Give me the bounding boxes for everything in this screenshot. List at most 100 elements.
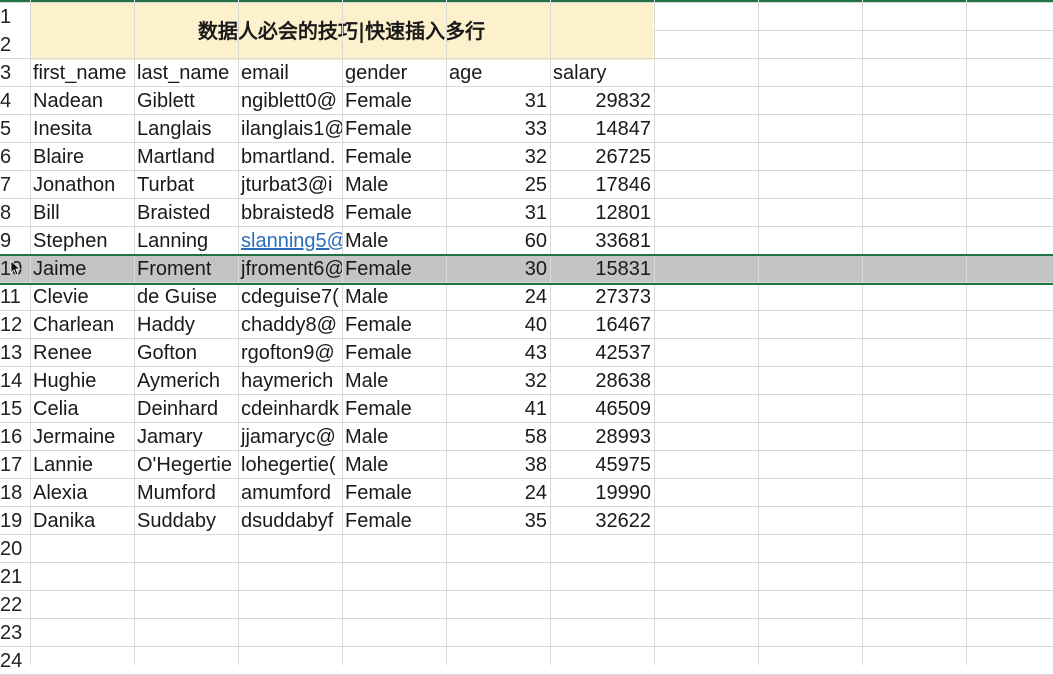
row-header-8[interactable]: 8 <box>0 199 30 227</box>
cell-last_name-row-15[interactable]: Deinhard <box>134 395 238 423</box>
cell-email-row-16[interactable]: jjamaryc@ <box>238 423 342 451</box>
cell-email-row-5[interactable]: ilanglais1@ <box>238 115 342 143</box>
cell-gender-row-17[interactable]: Male <box>342 451 446 479</box>
row-header-9[interactable]: 9 <box>0 227 30 255</box>
row-header-15[interactable]: 15 <box>0 395 30 423</box>
column-header-first_name[interactable]: first_name <box>30 59 134 87</box>
cell-age-row-18[interactable]: 24 <box>446 479 550 507</box>
cell-salary-row-16[interactable]: 28993 <box>550 423 654 451</box>
row-header-16[interactable]: 16 <box>0 423 30 451</box>
cell-email-row-19[interactable]: dsuddabyf <box>238 507 342 535</box>
cell-email-row-7[interactable]: jturbat3@i <box>238 171 342 199</box>
cell-first_name-row-12[interactable]: Charlean <box>30 311 134 339</box>
cell-salary-row-17[interactable]: 45975 <box>550 451 654 479</box>
cell-last_name-row-13[interactable]: Gofton <box>134 339 238 367</box>
cell-age-row-4[interactable]: 31 <box>446 87 550 115</box>
row-header-5[interactable]: 5 <box>0 115 30 143</box>
cell-last_name-row-19[interactable]: Suddaby <box>134 507 238 535</box>
cell-last_name-row-12[interactable]: Haddy <box>134 311 238 339</box>
row-header-14[interactable]: 14 <box>0 367 30 395</box>
row-header-3[interactable]: 3 <box>0 59 30 87</box>
row-header-21[interactable]: 21 <box>0 563 30 591</box>
cell-last_name-row-11[interactable]: de Guise <box>134 283 238 311</box>
cell-email-row-18[interactable]: amumford <box>238 479 342 507</box>
column-header-last_name[interactable]: last_name <box>134 59 238 87</box>
row-header-12[interactable]: 12 <box>0 311 30 339</box>
cell-last_name-row-17[interactable]: O'Hegertie <box>134 451 238 479</box>
cell-gender-row-12[interactable]: Female <box>342 311 446 339</box>
row-header-2[interactable]: 2 <box>0 31 30 59</box>
cell-email-row-12[interactable]: chaddy8@ <box>238 311 342 339</box>
row-header-11[interactable]: 11 <box>0 283 30 311</box>
cell-salary-row-6[interactable]: 26725 <box>550 143 654 171</box>
cell-gender-row-19[interactable]: Female <box>342 507 446 535</box>
cell-last_name-row-4[interactable]: Giblett <box>134 87 238 115</box>
cell-last_name-row-10[interactable]: Froment <box>134 255 238 283</box>
cell-first_name-row-16[interactable]: Jermaine <box>30 423 134 451</box>
cell-email-row-9[interactable]: slanning5@ <box>238 227 342 255</box>
cell-email-row-10[interactable]: jfroment6@ <box>238 255 342 283</box>
row-header-4[interactable]: 4 <box>0 87 30 115</box>
cell-email-row-13[interactable]: rgofton9@ <box>238 339 342 367</box>
cell-last_name-row-8[interactable]: Braisted <box>134 199 238 227</box>
cell-gender-row-8[interactable]: Female <box>342 199 446 227</box>
cell-salary-row-12[interactable]: 16467 <box>550 311 654 339</box>
cell-first_name-row-4[interactable]: Nadean <box>30 87 134 115</box>
cell-gender-row-10[interactable]: Female <box>342 255 446 283</box>
row-header-13[interactable]: 13 <box>0 339 30 367</box>
cell-email-row-17[interactable]: lohegertie( <box>238 451 342 479</box>
cell-salary-row-5[interactable]: 14847 <box>550 115 654 143</box>
cell-age-row-12[interactable]: 40 <box>446 311 550 339</box>
cell-last_name-row-18[interactable]: Mumford <box>134 479 238 507</box>
cell-first_name-row-9[interactable]: Stephen <box>30 227 134 255</box>
column-header-email[interactable]: email <box>238 59 342 87</box>
row-header-1[interactable]: 1 <box>0 3 30 31</box>
cell-salary-row-11[interactable]: 27373 <box>550 283 654 311</box>
cell-first_name-row-8[interactable]: Bill <box>30 199 134 227</box>
cell-first_name-row-17[interactable]: Lannie <box>30 451 134 479</box>
cell-last_name-row-7[interactable]: Turbat <box>134 171 238 199</box>
cell-first_name-row-5[interactable]: Inesita <box>30 115 134 143</box>
cell-email-row-11[interactable]: cdeguise7( <box>238 283 342 311</box>
cell-first_name-row-18[interactable]: Alexia <box>30 479 134 507</box>
row-header-18[interactable]: 18 <box>0 479 30 507</box>
cell-age-row-17[interactable]: 38 <box>446 451 550 479</box>
cell-age-row-13[interactable]: 43 <box>446 339 550 367</box>
cell-gender-row-5[interactable]: Female <box>342 115 446 143</box>
cell-salary-row-7[interactable]: 17846 <box>550 171 654 199</box>
cell-gender-row-6[interactable]: Female <box>342 143 446 171</box>
cell-first_name-row-13[interactable]: Renee <box>30 339 134 367</box>
cell-salary-row-10[interactable]: 15831 <box>550 255 654 283</box>
cell-gender-row-15[interactable]: Female <box>342 395 446 423</box>
row-header-20[interactable]: 20 <box>0 535 30 563</box>
cell-last_name-row-16[interactable]: Jamary <box>134 423 238 451</box>
row-header-19[interactable]: 19 <box>0 507 30 535</box>
cell-age-row-10[interactable]: 30 <box>446 255 550 283</box>
cell-salary-row-18[interactable]: 19990 <box>550 479 654 507</box>
cell-first_name-row-15[interactable]: Celia <box>30 395 134 423</box>
cell-age-row-15[interactable]: 41 <box>446 395 550 423</box>
cell-email-row-15[interactable]: cdeinhardk <box>238 395 342 423</box>
column-header-salary[interactable]: salary <box>550 59 654 87</box>
row-header-7[interactable]: 7 <box>0 171 30 199</box>
cell-age-row-7[interactable]: 25 <box>446 171 550 199</box>
cell-first_name-row-10[interactable]: Jaime <box>30 255 134 283</box>
row-header-23[interactable]: 23 <box>0 619 30 647</box>
cell-first_name-row-11[interactable]: Clevie <box>30 283 134 311</box>
cell-gender-row-9[interactable]: Male <box>342 227 446 255</box>
cell-gender-row-7[interactable]: Male <box>342 171 446 199</box>
cell-last_name-row-6[interactable]: Martland <box>134 143 238 171</box>
cell-gender-row-14[interactable]: Male <box>342 367 446 395</box>
cell-salary-row-13[interactable]: 42537 <box>550 339 654 367</box>
cell-salary-row-4[interactable]: 29832 <box>550 87 654 115</box>
cell-age-row-11[interactable]: 24 <box>446 283 550 311</box>
cell-last_name-row-5[interactable]: Langlais <box>134 115 238 143</box>
cell-salary-row-8[interactable]: 12801 <box>550 199 654 227</box>
cell-age-row-9[interactable]: 60 <box>446 227 550 255</box>
cell-salary-row-14[interactable]: 28638 <box>550 367 654 395</box>
cell-last_name-row-14[interactable]: Aymerich <box>134 367 238 395</box>
row-header-22[interactable]: 22 <box>0 591 30 619</box>
cell-email-row-8[interactable]: bbraisted8 <box>238 199 342 227</box>
cell-last_name-row-9[interactable]: Lanning <box>134 227 238 255</box>
cell-first_name-row-14[interactable]: Hughie <box>30 367 134 395</box>
